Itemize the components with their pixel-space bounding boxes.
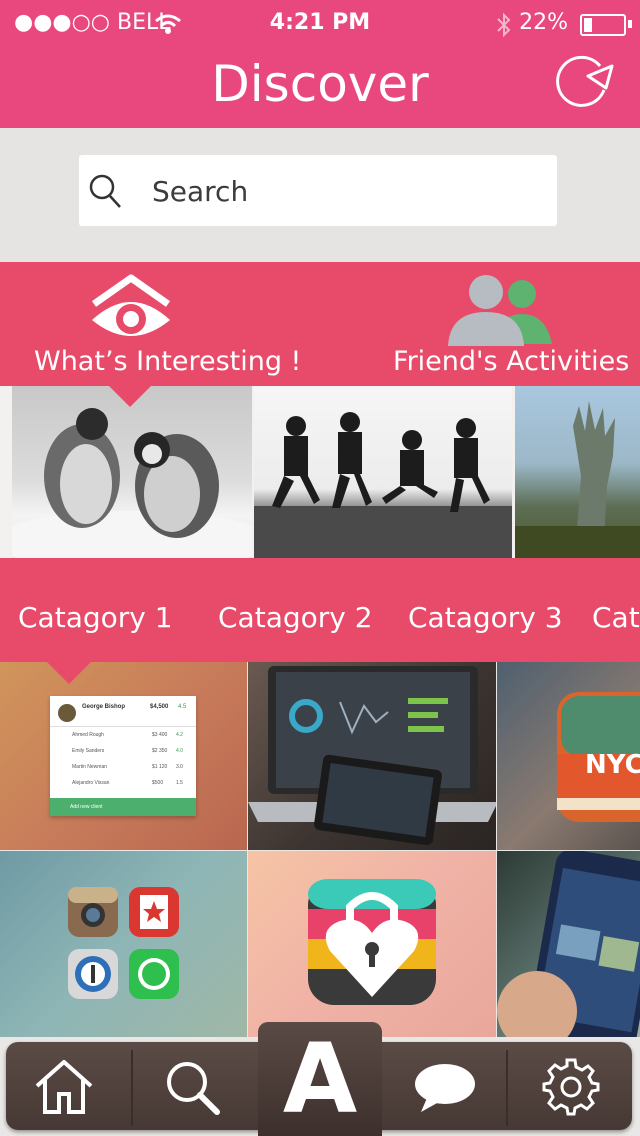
- band-image: [254, 412, 512, 558]
- category-3[interactable]: Catagory 3: [408, 598, 563, 638]
- bluetooth-icon: [497, 12, 511, 38]
- penguins-image: [12, 408, 252, 558]
- client-row-1: Ahmed Rough $3 400 4.2: [72, 732, 183, 738]
- category-1[interactable]: Catagory 1: [18, 598, 173, 638]
- client-row-3: Martin Newman $1 120 3.0: [72, 764, 183, 770]
- tab-divider: [506, 1050, 508, 1126]
- tile-dashboard-devices[interactable]: [248, 662, 496, 850]
- tile-nyc-guide[interactable]: NYC: [497, 662, 640, 850]
- client-card-name: George Bishop: [82, 704, 126, 710]
- battery-icon: [580, 14, 626, 36]
- tile-app-icons[interactable]: [0, 851, 247, 1037]
- friends-icon[interactable]: [446, 270, 556, 348]
- home-icon[interactable]: [33, 1058, 95, 1116]
- client-card-rating: 4.5: [178, 704, 187, 710]
- app-logo-letter: A: [282, 1023, 358, 1135]
- laptop-image: [248, 666, 496, 846]
- search-placeholder: Search: [152, 175, 249, 208]
- selected-category-pointer: [45, 660, 93, 684]
- client-row-2: Emily Sanders $2 350 4.0: [72, 748, 183, 754]
- avatar: [58, 704, 76, 722]
- battery-fill: [584, 18, 592, 32]
- tab-divider: [131, 1050, 133, 1126]
- gear-icon[interactable]: [540, 1056, 602, 1118]
- tile-photo-app[interactable]: [497, 851, 640, 1037]
- photo-sculpture[interactable]: [515, 386, 640, 558]
- phone-photo-app-image: [497, 851, 640, 1037]
- category-2[interactable]: Catagory 2: [218, 598, 373, 638]
- chat-icon[interactable]: [413, 1060, 477, 1114]
- tab-whats-interesting[interactable]: What’s Interesting !: [34, 344, 301, 380]
- photo-strip[interactable]: [0, 386, 640, 558]
- eye-icon[interactable]: [86, 272, 176, 342]
- photo-jumping-band[interactable]: [254, 386, 512, 558]
- search-input[interactable]: [79, 155, 557, 226]
- photo-penguins[interactable]: [12, 386, 252, 558]
- tile-love-lock-app[interactable]: [248, 851, 496, 1037]
- search-icon[interactable]: [163, 1058, 221, 1116]
- add-client-footer: Add new client: [50, 798, 196, 816]
- tile-client-list[interactable]: George Bishop $4,500 4.5 Ahmed Rough $3 4…: [0, 662, 247, 850]
- client-card-total: $4,500: [150, 704, 169, 710]
- category-4-partial[interactable]: Cata: [592, 598, 640, 638]
- sculpture-image: [515, 401, 640, 558]
- tab-friends-activities[interactable]: Friend's Activities: [393, 344, 629, 380]
- client-row-4: Alejandro Vissan $500 1.5: [72, 780, 183, 786]
- app-icons-image: [68, 887, 179, 999]
- page-title: Discover: [211, 55, 429, 113]
- battery-tip: [628, 20, 632, 28]
- battery-percentage: 22%: [519, 10, 568, 35]
- nyc-label: NYC: [585, 750, 640, 780]
- refresh-icon[interactable]: [552, 52, 614, 108]
- selected-tab-pointer: [108, 385, 152, 407]
- search-icon: [89, 174, 121, 208]
- client-card: George Bishop $4,500 4.5 Ahmed Rough $3 4…: [50, 696, 196, 816]
- love-lock-app-image: [308, 879, 436, 1005]
